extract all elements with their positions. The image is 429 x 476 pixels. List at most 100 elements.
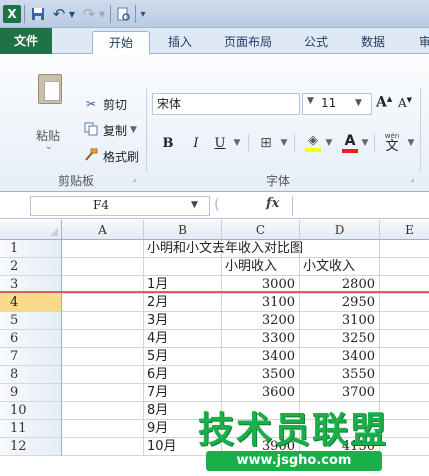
cell-e10[interactable]: [380, 402, 429, 420]
cell-e9[interactable]: [380, 384, 429, 402]
cell-e11[interactable]: [380, 420, 429, 438]
cell-c2[interactable]: 小明收入: [222, 258, 300, 276]
tab-formulas[interactable]: 公式: [298, 31, 334, 54]
cell-c11[interactable]: [222, 420, 300, 438]
cut-button[interactable]: ✂ 剪切: [82, 94, 127, 114]
paste-dropdown-icon[interactable]: ⌄: [45, 142, 53, 152]
cell-a6[interactable]: [62, 330, 144, 348]
save-icon[interactable]: [29, 4, 47, 24]
font-name-combobox[interactable]: 宋体: [152, 93, 300, 115]
redo-dropdown-icon[interactable]: ▼: [98, 4, 106, 24]
cell-e12[interactable]: [380, 438, 429, 456]
cell-e5[interactable]: [380, 312, 429, 330]
row-header[interactable]: 10: [0, 402, 62, 420]
cell-e6[interactable]: [380, 330, 429, 348]
customize-quick-access-icon[interactable]: ▾: [138, 4, 148, 24]
cell-b2[interactable]: [144, 258, 222, 276]
excel-logo-icon[interactable]: X: [3, 5, 21, 23]
paste-icon[interactable]: [38, 74, 62, 104]
row-header[interactable]: 4: [0, 294, 62, 312]
row-header[interactable]: 8: [0, 366, 62, 384]
select-all-corner[interactable]: [0, 220, 62, 240]
column-header-e[interactable]: E: [380, 220, 429, 240]
fill-color-button[interactable]: ◈: [302, 132, 324, 154]
cell-d4[interactable]: 2950: [300, 294, 380, 312]
row-header[interactable]: 7: [0, 348, 62, 366]
cell-c7[interactable]: 3400: [222, 348, 300, 366]
tab-home[interactable]: 开始: [92, 31, 150, 54]
cell-e4[interactable]: [380, 294, 429, 312]
column-header-d[interactable]: D: [300, 220, 380, 240]
cell-c6[interactable]: 3300: [222, 330, 300, 348]
undo-dropdown-icon[interactable]: ▼: [68, 4, 76, 24]
copy-dropdown-icon[interactable]: ▼: [130, 125, 137, 135]
tab-review[interactable]: 审: [410, 31, 429, 54]
underline-dropdown-icon[interactable]: ▼: [232, 132, 242, 154]
cell-c12[interactable]: 3900: [222, 438, 300, 456]
row-header[interactable]: 2: [0, 258, 62, 276]
row-header[interactable]: 9: [0, 384, 62, 402]
fill-color-dropdown-icon[interactable]: ▼: [324, 132, 334, 154]
cell-c9[interactable]: 3600: [222, 384, 300, 402]
cell-a7[interactable]: [62, 348, 144, 366]
undo-icon[interactable]: ↶: [50, 4, 68, 24]
shrink-font-button[interactable]: A▼: [398, 96, 412, 110]
formula-input[interactable]: [292, 196, 428, 216]
cell-b5[interactable]: 3月: [144, 312, 222, 330]
row-header[interactable]: 11: [0, 420, 62, 438]
font-color-dropdown-icon[interactable]: ▼: [360, 132, 370, 154]
tab-page-layout[interactable]: 页面布局: [214, 31, 282, 54]
grow-font-button[interactable]: A▲: [376, 94, 392, 111]
cell-c5[interactable]: 3200: [222, 312, 300, 330]
insert-function-button[interactable]: fx: [266, 196, 279, 211]
row-header[interactable]: 1: [0, 240, 62, 258]
cell-b4[interactable]: 2月: [144, 294, 222, 312]
cell-e7[interactable]: [380, 348, 429, 366]
font-size-dropdown-icon[interactable]: ▼: [355, 98, 362, 108]
cell-e8[interactable]: [380, 366, 429, 384]
underline-button[interactable]: U: [210, 132, 230, 154]
cell-b8[interactable]: 6月: [144, 366, 222, 384]
cell-b9[interactable]: 7月: [144, 384, 222, 402]
cell-d11[interactable]: [300, 420, 380, 438]
cell-d5[interactable]: 3100: [300, 312, 380, 330]
cell-e2[interactable]: [380, 258, 429, 276]
cell-d2[interactable]: 小文收入: [300, 258, 380, 276]
cell-d8[interactable]: 3550: [300, 366, 380, 384]
row-header[interactable]: 6: [0, 330, 62, 348]
column-header-c[interactable]: C: [222, 220, 300, 240]
name-box-dropdown-icon[interactable]: ▼: [191, 200, 198, 210]
bold-button[interactable]: B: [158, 132, 178, 154]
tab-data[interactable]: 数据: [356, 31, 390, 54]
cell-b12[interactable]: 10月: [144, 438, 222, 456]
redo-icon[interactable]: ↷: [80, 4, 98, 24]
cell-b6[interactable]: 4月: [144, 330, 222, 348]
cell-d10[interactable]: [300, 402, 380, 420]
cell-a2[interactable]: [62, 258, 144, 276]
copy-button[interactable]: 复制 ▼: [82, 120, 137, 140]
row-header[interactable]: 12: [0, 438, 62, 456]
column-header-a[interactable]: A: [62, 220, 144, 240]
borders-dropdown-icon[interactable]: ▼: [279, 132, 289, 154]
column-header-b[interactable]: B: [144, 220, 222, 240]
row-header[interactable]: 5: [0, 312, 62, 330]
cell-a10[interactable]: [62, 402, 144, 420]
tab-insert[interactable]: 插入: [160, 31, 200, 54]
cell-c4[interactable]: 3100: [222, 294, 300, 312]
font-size-dropdown-icon[interactable]: ▼: [307, 96, 314, 106]
cell-a12[interactable]: [62, 438, 144, 456]
cell-e1[interactable]: [380, 240, 429, 258]
cell-b11[interactable]: 9月: [144, 420, 222, 438]
cell-a8[interactable]: [62, 366, 144, 384]
phonetic-dropdown-icon[interactable]: ▼: [406, 132, 416, 154]
format-painter-button[interactable]: 格式刷: [82, 146, 139, 166]
phonetic-guide-button[interactable]: wén 文: [380, 132, 404, 154]
font-color-button[interactable]: A: [340, 132, 360, 154]
italic-button[interactable]: I: [186, 132, 206, 154]
cell-c1[interactable]: [222, 240, 300, 258]
cell-d12[interactable]: 4150: [300, 438, 380, 456]
cell-a11[interactable]: [62, 420, 144, 438]
cell-a9[interactable]: [62, 384, 144, 402]
name-box[interactable]: F4 ▼: [30, 196, 210, 216]
cell-a5[interactable]: [62, 312, 144, 330]
